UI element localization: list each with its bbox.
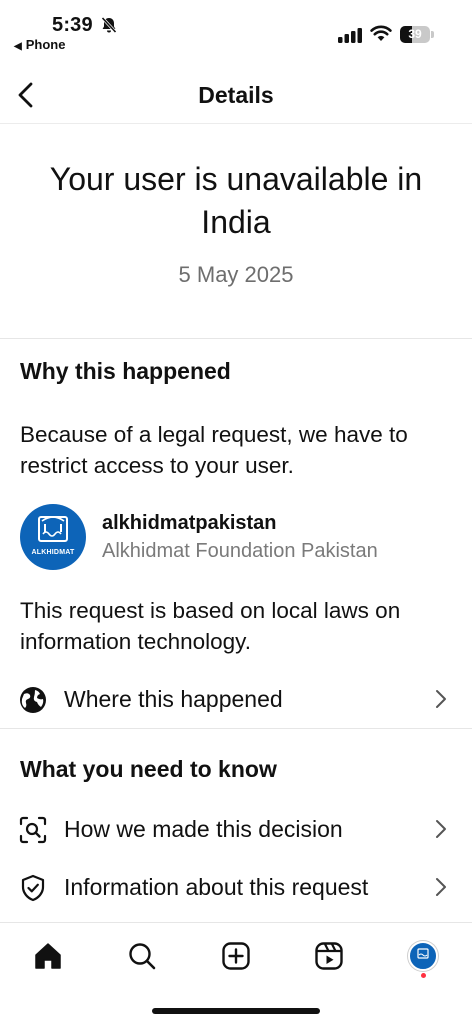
status-time: 5:39 [52,14,93,36]
avatar-caption: ALKHIDMAT [31,549,75,556]
where-this-happened-row[interactable]: Where this happened [0,672,472,726]
restriction-date: 5 May 2025 [178,262,294,287]
reels-icon [315,942,343,970]
shield-check-icon [21,874,45,902]
back-app-label: Phone [25,37,66,52]
where-this-happened-label: Where this happened [64,686,283,712]
basis-text: This request is based on local laws on i… [20,598,401,654]
search-scan-icon [19,816,47,844]
chevron-right-icon [436,690,446,708]
requester-avatar: ALKHIDMAT [20,504,86,570]
why-heading: Why this happened [20,358,231,384]
requester-account[interactable]: ALKHIDMAT alkhidmatpakistan Alkhidmat Fo… [20,504,452,572]
wifi-icon [370,24,392,47]
silent-bell-icon [100,16,118,39]
request-info-row[interactable]: Information about this request [0,860,472,914]
create-icon [222,942,250,970]
request-info-label: Information about this request [64,874,369,900]
know-heading: What you need to know [20,756,277,782]
section-divider [0,338,472,339]
requester-display-name: Alkhidmat Foundation Pakistan [102,540,378,562]
unavailable-heading: Your user is unavailable in India [49,161,423,240]
notification-dot [421,973,426,978]
navigation-header: Details [0,66,472,124]
home-icon [35,943,61,969]
globe-icon [20,687,46,713]
back-to-app-link[interactable]: ◀ Phone [14,37,65,52]
home-indicator[interactable] [152,1008,320,1014]
cellular-signal-icon [338,27,364,48]
status-bar: 5:39 ◀ Phone 39 [0,0,472,60]
requester-username[interactable]: alkhidmatpakistan [102,512,277,535]
alkhidmat-logo-icon [417,948,429,959]
how-we-decided-row[interactable]: How we made this decision [0,802,472,856]
section-divider [0,728,472,729]
page-title: Details [198,82,274,108]
reason-text: Because of a legal request, we have to r… [20,422,408,478]
chevron-right-icon [436,878,446,896]
how-we-decided-label: How we made this decision [64,816,343,842]
reels-tab[interactable] [303,933,355,979]
alkhidmat-logo-icon [38,516,68,542]
create-tab[interactable] [210,933,262,979]
profile-avatar [408,941,438,971]
search-icon [129,943,156,970]
home-tab[interactable] [22,933,74,979]
battery-level: 39 [408,27,422,41]
search-tab[interactable] [116,933,168,979]
chevron-right-icon [436,820,446,838]
battery-indicator: 39 [400,26,434,43]
